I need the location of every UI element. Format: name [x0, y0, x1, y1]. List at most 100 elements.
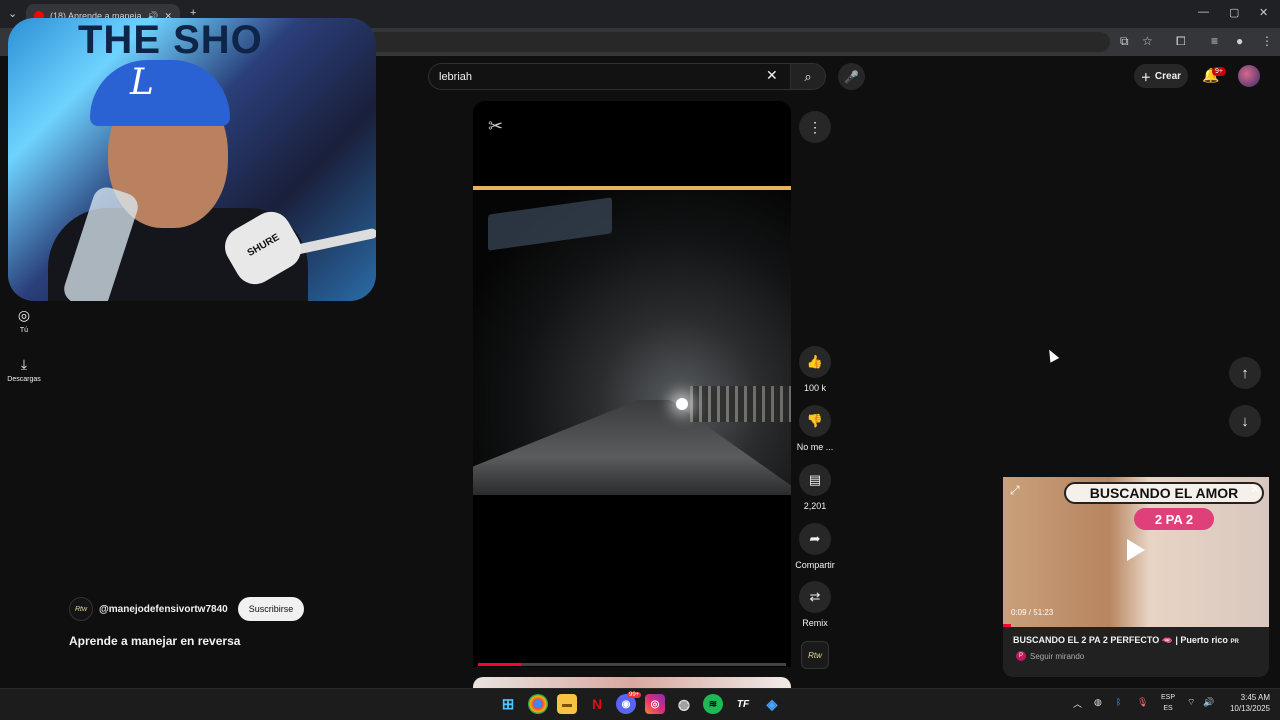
comment-icon: ▤ — [799, 464, 831, 496]
create-label: Crear — [1154, 70, 1182, 82]
tab-search-chevron-icon[interactable]: ⌄ — [8, 7, 17, 20]
tf-app-icon[interactable]: TF — [733, 694, 753, 714]
tray-language[interactable]: ESP ES — [1160, 692, 1176, 714]
spotify-app-icon[interactable]: ≋ — [703, 694, 723, 714]
webcam-overlay: THE SHO L SHURE — [8, 18, 376, 301]
sidebar-item-you[interactable]: ◎ Tú — [0, 307, 48, 334]
lang-top: ESP — [1160, 694, 1175, 701]
remix-button[interactable]: ⇄ Remix — [795, 581, 835, 628]
clock-time: 3:45 AM — [1240, 693, 1270, 702]
channel-avatar[interactable]: Rtw — [69, 597, 93, 621]
minimize-icon[interactable]: — — [1198, 6, 1209, 18]
dislike-label: No me ... — [796, 442, 834, 452]
channel-row: Rtw @manejodefensivortw7840 Suscribirse — [69, 597, 305, 621]
dev-app-icon[interactable]: ◈ — [762, 694, 782, 714]
video-top-bar — [473, 186, 791, 190]
discord-badge: 99+ — [627, 692, 642, 698]
sidebar-item-label: Tú — [19, 327, 29, 334]
miniplayer-time: 0:09 / 51:23 — [1011, 608, 1054, 617]
miniplayer-play-icon[interactable] — [1127, 539, 1145, 561]
bookmark-star-icon[interactable]: ☆ — [1142, 34, 1153, 48]
plus-icon: ＋ — [1140, 72, 1151, 84]
miniplayer-status: Seguir mirando — [1030, 651, 1085, 661]
clear-search-icon[interactable]: ✕ — [766, 67, 778, 84]
remix-label: Remix — [802, 618, 828, 628]
webcam-background-sign: THE SHO — [78, 18, 263, 62]
more-vertical-icon: ⋮ — [808, 118, 822, 135]
video-headlight — [676, 398, 688, 410]
netflix-app-icon[interactable]: N — [587, 694, 607, 714]
comments-count: 2,201 — [803, 501, 827, 511]
share-button[interactable]: ➦ Compartir — [795, 523, 835, 570]
miniplayer-title[interactable]: BUSCANDO EL 2 PA 2 PERFECTO 🫦 | Puerto r… — [1013, 635, 1239, 646]
miniplayer-close-icon[interactable]: ✕ — [1250, 482, 1260, 496]
microphone-icon: 🎤 — [844, 69, 859, 84]
previous-short-button[interactable]: ↑ — [1229, 357, 1261, 389]
sidebar-item-label: Descargas — [7, 376, 41, 383]
tray-globe-icon[interactable]: ◍ — [1094, 697, 1102, 708]
capcut-logo-icon: ✂ — [488, 116, 504, 136]
dislike-button[interactable]: 👎 No me ... — [795, 405, 835, 452]
remix-icon: ⇄ — [799, 581, 831, 613]
file-explorer-icon[interactable]: ▬ — [557, 694, 577, 714]
share-label: Compartir — [795, 560, 835, 570]
obs-app-icon[interactable]: ◍ — [674, 694, 694, 714]
create-button[interactable]: ＋ Crear — [1134, 64, 1188, 88]
account-icon: ◎ — [17, 307, 31, 323]
tray-mic-icon[interactable]: 🎙 — [1137, 697, 1148, 708]
comments-button[interactable]: ▤ 2,201 — [795, 464, 835, 511]
tray-overflow-chevron-icon[interactable]: ︿ — [1073, 697, 1082, 710]
search-input[interactable]: lebriah — [428, 63, 790, 90]
chrome-app-icon[interactable] — [528, 694, 548, 714]
instagram-app-icon[interactable]: ◎ — [645, 694, 665, 714]
tray-clock[interactable]: 3:45 AM 10/13/2025 — [1222, 692, 1270, 714]
short-title[interactable]: Aprende a manejar en reversa — [69, 634, 240, 648]
mouse-cursor-icon — [1044, 347, 1060, 363]
windows-start-icon[interactable]: ⊞ — [498, 694, 518, 714]
download-icon: ⤓ — [20, 356, 28, 372]
notifications-badge: 9+ — [1212, 67, 1226, 76]
video-progress-track[interactable] — [478, 663, 786, 666]
video-progress-fill — [478, 663, 522, 666]
arrow-down-icon: ↓ — [1241, 412, 1249, 430]
sound-channel-thumbnail[interactable]: Rtw — [801, 641, 829, 669]
like-count: 100 k — [803, 383, 827, 393]
arrow-up-icon: ↑ — [1241, 364, 1249, 382]
share-arrow-icon: ➦ — [799, 523, 831, 555]
sidebar-item-downloads[interactable]: ⤓ Descargas — [0, 356, 48, 383]
webcam-cap-logo: L — [130, 62, 154, 103]
account-avatar[interactable] — [1238, 65, 1260, 87]
miniplayer-progress-fill — [1003, 624, 1011, 627]
miniplayer-expand-icon[interactable]: ⤢ — [1010, 483, 1020, 498]
search-button[interactable]: ⌕ — [790, 63, 826, 90]
tray-volume-icon[interactable]: 🔊 — [1203, 697, 1214, 708]
voice-search-button[interactable]: 🎤 — [838, 63, 865, 90]
profile-icon[interactable]: ● — [1236, 34, 1243, 48]
install-app-icon[interactable]: ⧉ — [1120, 34, 1129, 49]
miniplayer-title-text: BUSCANDO EL 2 PA 2 PERFECTO 🫦 | Puerto r… — [1013, 635, 1228, 645]
lang-bottom: ES — [1163, 705, 1173, 712]
maximize-icon[interactable]: ▢ — [1229, 6, 1239, 19]
like-button[interactable]: 👍 100 k — [795, 346, 835, 393]
tray-bluetooth-icon[interactable]: ᛒ — [1116, 697, 1121, 707]
more-options-button[interactable]: ⋮ — [799, 111, 831, 143]
thumbs-down-icon: 👎 — [799, 405, 831, 437]
next-short-preview[interactable] — [473, 677, 791, 688]
miniplayer-status-row: P Seguir mirando — [1016, 651, 1084, 661]
channel-name-link[interactable]: @manejodefensivortw7840 — [99, 604, 228, 615]
miniplayer-title-suffix: PR — [1230, 639, 1239, 645]
search-input-value: lebriah — [439, 70, 473, 83]
miniplayer-banner-title: BUSCANDO EL AMOR — [1064, 482, 1264, 504]
search-icon: ⌕ — [804, 68, 812, 84]
thumbs-up-icon: 👍 — [799, 346, 831, 378]
next-short-button[interactable]: ↓ — [1229, 405, 1261, 437]
video-guardrail — [690, 386, 791, 422]
subscribe-button[interactable]: Suscribirse — [237, 597, 305, 621]
media-controls-icon[interactable]: ≡ — [1211, 34, 1218, 48]
tray-wifi-icon[interactable]: ⌔ — [1187, 697, 1195, 708]
clock-date: 10/13/2025 — [1229, 704, 1270, 713]
extensions-icon[interactable]: ⧠ — [1176, 34, 1186, 49]
browser-menu-icon[interactable]: ⋮ — [1261, 34, 1273, 48]
window-close-icon[interactable]: ✕ — [1259, 6, 1268, 19]
miniplayer-banner-sub: 2 PA 2 — [1134, 508, 1214, 530]
